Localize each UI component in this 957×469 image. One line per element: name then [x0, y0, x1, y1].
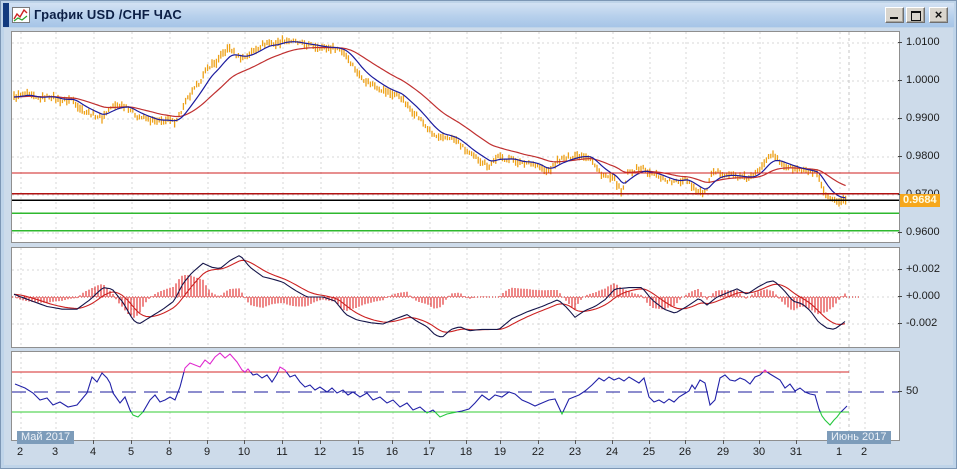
- rsi-line-oversold: [15, 353, 847, 425]
- chart-icon[interactable]: [12, 7, 30, 23]
- chart-window: График USD /CHF ЧАС × 1.01001.00000.9900…: [0, 0, 957, 469]
- macd-panel[interactable]: [11, 247, 900, 348]
- close-button[interactable]: ×: [929, 7, 948, 23]
- ema-fast-line: [14, 42, 846, 198]
- titlebar-left-stripe: [3, 3, 9, 27]
- macd-histogram: [17, 275, 845, 318]
- window-title: График USD /CHF ЧАС: [34, 3, 182, 27]
- rsi-panel[interactable]: [11, 351, 900, 441]
- close-icon: ×: [930, 7, 947, 23]
- minimize-button[interactable]: [885, 7, 904, 23]
- chart-overlay: 1.01001.00000.99000.98000.97000.96000.96…: [1, 1, 957, 469]
- window-buttons: ×: [885, 7, 954, 23]
- rsi-line-overbought: [15, 353, 847, 425]
- titlebar[interactable]: График USD /CHF ЧАС ×: [3, 3, 954, 27]
- maximize-button[interactable]: [906, 7, 925, 23]
- rsi-line: [15, 353, 847, 425]
- minimize-icon: [890, 17, 898, 19]
- main-price-panel[interactable]: [11, 31, 900, 243]
- maximize-icon: [911, 11, 921, 21]
